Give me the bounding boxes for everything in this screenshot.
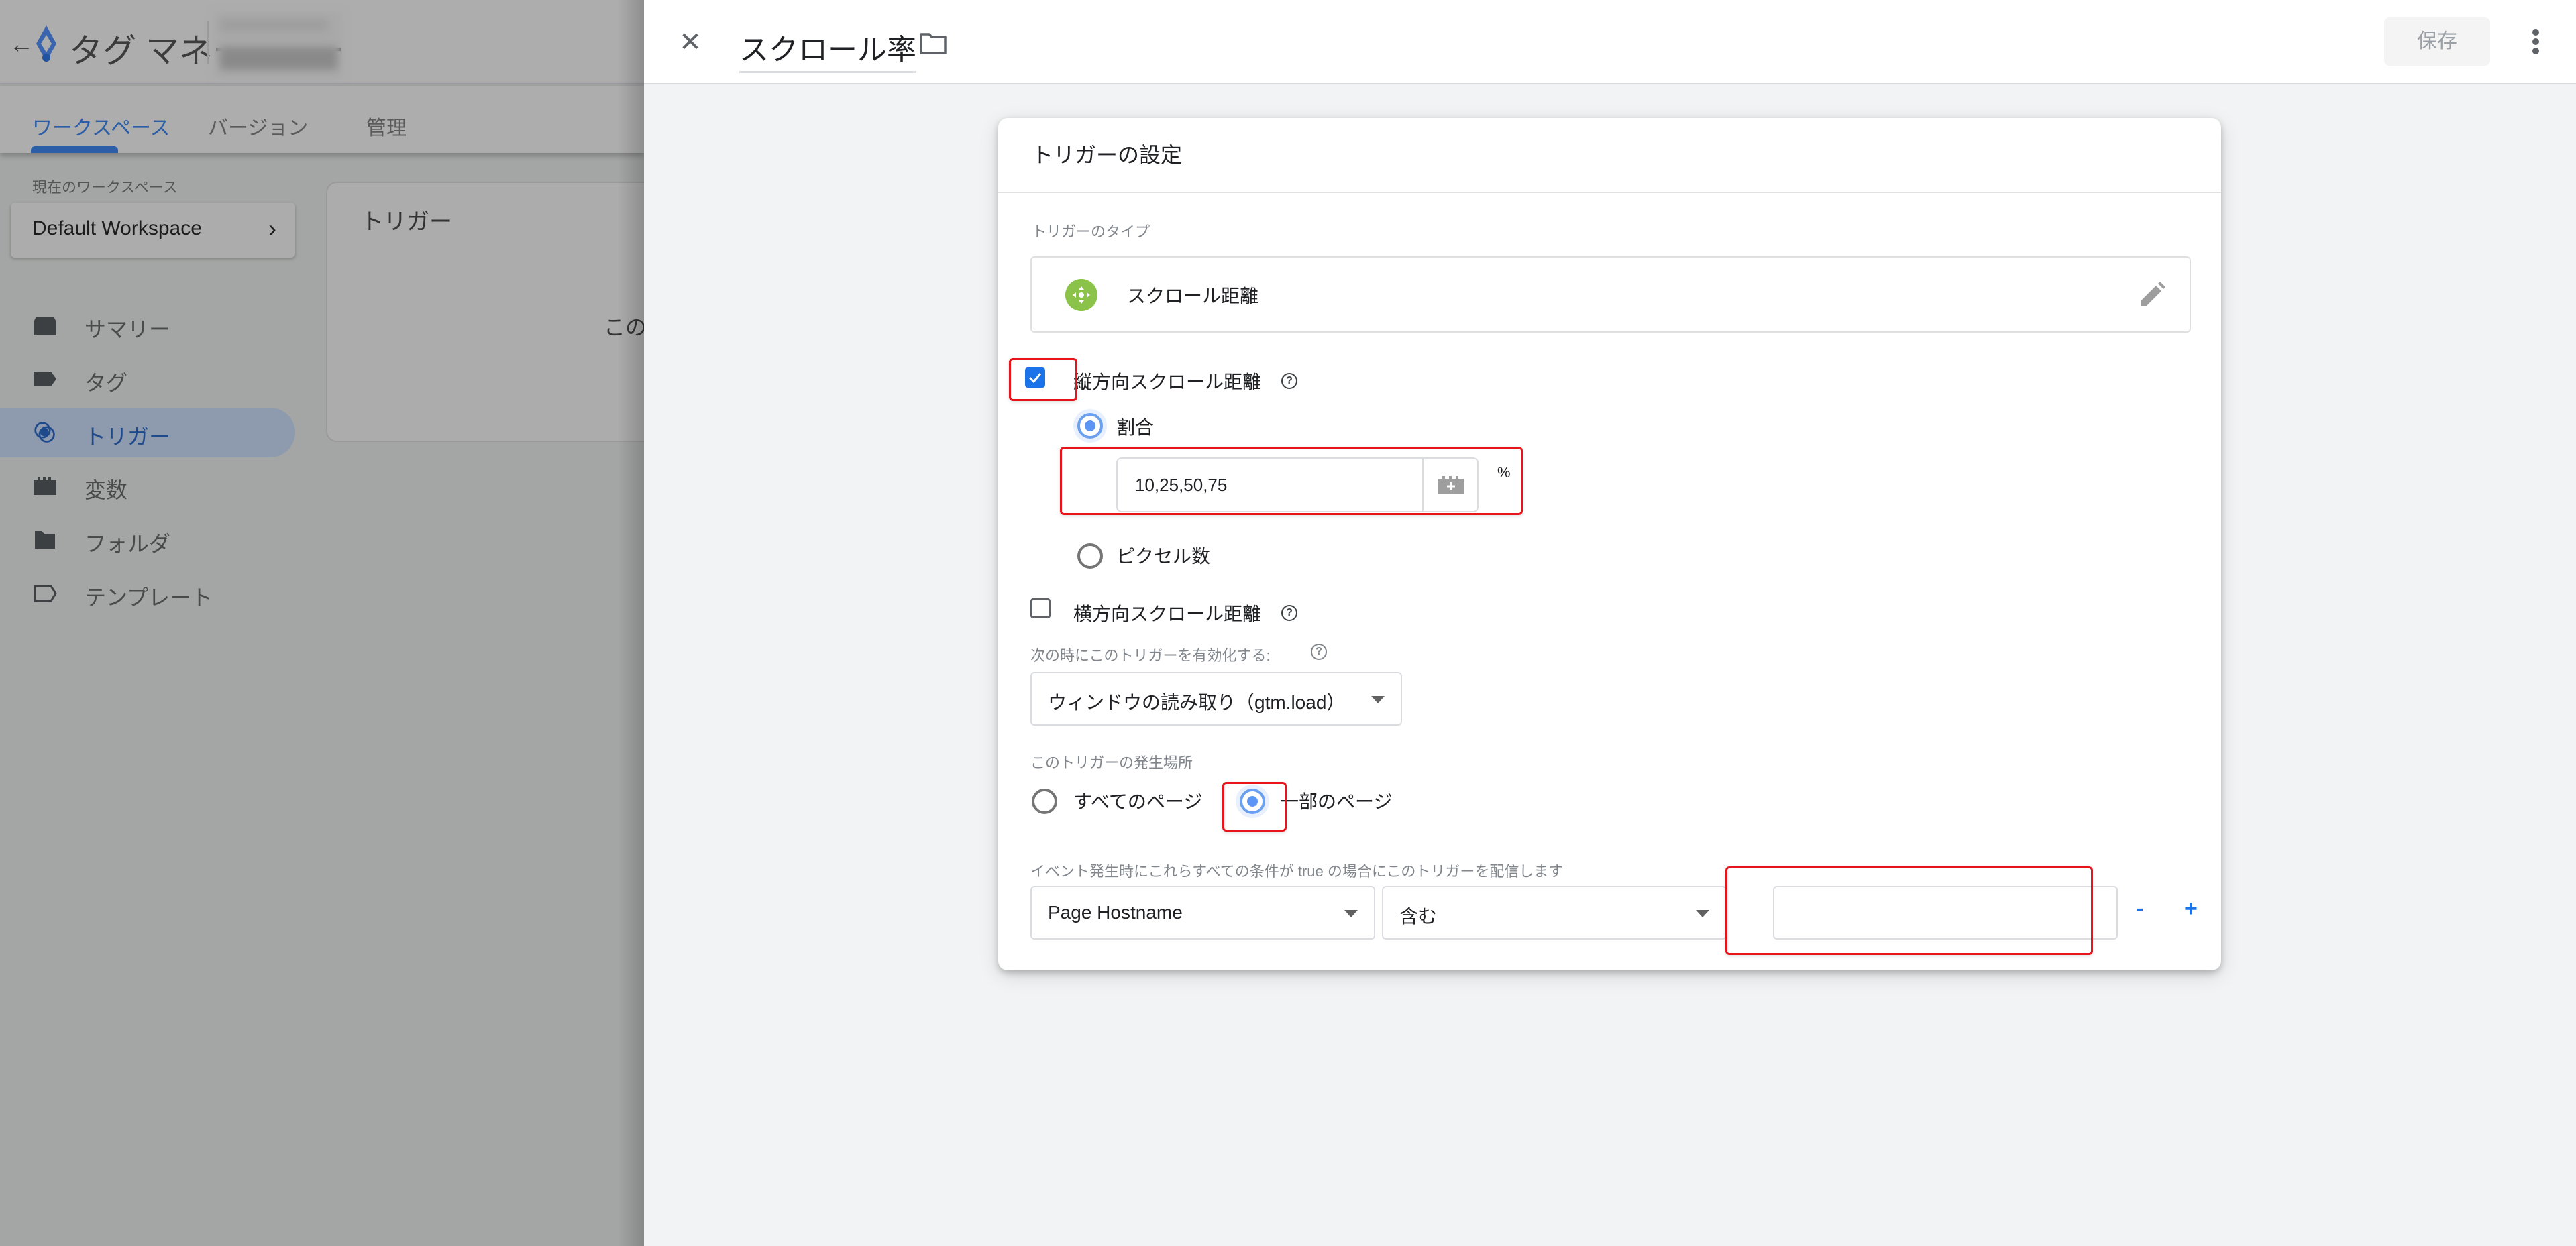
checkmark-icon bbox=[1028, 373, 1042, 384]
enable-when-select[interactable]: ウィンドウの読み取り（gtm.load） bbox=[1030, 672, 1402, 726]
workspace-name: Default Workspace bbox=[32, 217, 202, 239]
radio-pixels[interactable] bbox=[1077, 543, 1103, 569]
help-icon[interactable]: ? bbox=[1281, 373, 1297, 389]
radio-some-pages[interactable] bbox=[1240, 789, 1265, 814]
condition-value-field[interactable] bbox=[1774, 887, 2116, 938]
trigger-type-selector[interactable]: スクロール距離 bbox=[1030, 256, 2191, 333]
dropdown-arrow-icon bbox=[1344, 910, 1358, 917]
header-divider bbox=[207, 21, 209, 64]
radio-some-pages-label: 一部のページ bbox=[1280, 791, 1393, 812]
sidebar-item-triggers[interactable]: トリガー bbox=[0, 408, 295, 457]
vertical-scroll-label: 縦方向スクロール距離 bbox=[1073, 372, 1262, 392]
dropdown-arrow-icon bbox=[1696, 910, 1709, 917]
sidebar-item-variables[interactable]: 変数 bbox=[0, 461, 295, 511]
condition-operator-select[interactable]: 含む bbox=[1382, 886, 1727, 940]
radio-percentage-label: 割合 bbox=[1116, 417, 1155, 438]
main-tabs: ワークスペース バージョン 管理 bbox=[0, 86, 644, 153]
active-tab-indicator bbox=[31, 146, 118, 153]
chevron-right-icon: › bbox=[268, 215, 276, 242]
condition-variable-select[interactable]: Page Hostname bbox=[1030, 886, 1375, 940]
triggers-list-card: トリガー この bbox=[326, 182, 661, 442]
close-icon[interactable]: ✕ bbox=[674, 25, 707, 59]
dropdown-arrow-icon bbox=[1371, 696, 1385, 703]
radio-percentage[interactable] bbox=[1077, 413, 1103, 439]
scroll-depth-icon bbox=[1065, 279, 1097, 311]
percent-unit: % bbox=[1497, 464, 1511, 481]
template-icon bbox=[34, 585, 57, 602]
sidebar-item-summary[interactable]: サマリー bbox=[0, 300, 295, 350]
tag-icon bbox=[34, 372, 56, 386]
tab-workspace[interactable]: ワークスペース bbox=[32, 111, 170, 141]
sidebar-item-label: テンプレート bbox=[85, 585, 213, 610]
trigger-icon bbox=[34, 422, 55, 443]
enable-when-value: ウィンドウの読み取り（gtm.load） bbox=[1048, 692, 1346, 713]
card-divider bbox=[998, 192, 2221, 193]
help-icon[interactable]: ? bbox=[1311, 644, 1327, 660]
sidebar-item-label: 変数 bbox=[85, 478, 128, 502]
save-button[interactable]: 保存 bbox=[2384, 17, 2490, 66]
gtm-logo-icon bbox=[36, 25, 56, 62]
panel-shadow bbox=[617, 0, 644, 1246]
variable-icon bbox=[34, 477, 56, 495]
fire-on-label: このトリガーの発生場所 bbox=[1030, 754, 1193, 771]
workspace-label: 現在のワークスペース bbox=[32, 179, 178, 196]
folder-icon[interactable] bbox=[919, 32, 947, 55]
sidebar-item-label: サマリー bbox=[85, 317, 171, 341]
sidebar-item-label: フォルダ bbox=[85, 532, 171, 556]
sidebar-item-label: トリガー bbox=[85, 424, 171, 449]
condition-label: イベント発生時にこれらすべての条件が true の場合にこのトリガーを配信します bbox=[1030, 863, 1564, 880]
more-vert-icon[interactable] bbox=[2522, 27, 2549, 58]
tab-versions[interactable]: バージョン bbox=[208, 111, 308, 141]
background-app: ← タグ マネージャー ワークスペース バージョン 管理 現在のワークスペース … bbox=[0, 0, 661, 1246]
arrow-left-icon[interactable]: ← bbox=[9, 31, 34, 58]
variable-add-icon bbox=[1438, 476, 1464, 494]
trigger-name[interactable]: スクロール率 bbox=[739, 25, 916, 73]
account-name-blurred[interactable] bbox=[215, 12, 342, 79]
help-icon[interactable]: ? bbox=[1281, 605, 1297, 621]
percentage-input[interactable] bbox=[1116, 457, 1479, 512]
panel-header: ✕ スクロール率 保存 bbox=[644, 0, 2576, 84]
workspace-selector[interactable]: Default Workspace › bbox=[11, 203, 295, 258]
sidebar-item-templates[interactable]: テンプレート bbox=[0, 569, 295, 618]
remove-condition-button[interactable]: - bbox=[2136, 896, 2143, 922]
condition-variable-value: Page Hostname bbox=[1048, 902, 1183, 923]
triggers-card-title: トリガー bbox=[361, 209, 452, 235]
insert-variable-button[interactable] bbox=[1422, 459, 1477, 511]
percentage-value-field[interactable] bbox=[1118, 459, 1424, 511]
radio-pixels-label: ピクセル数 bbox=[1116, 546, 1211, 567]
card-title: トリガーの設定 bbox=[1032, 143, 1183, 167]
tab-admin[interactable]: 管理 bbox=[366, 111, 407, 141]
app-header: ← タグ マネージャー bbox=[0, 0, 644, 84]
pencil-icon[interactable] bbox=[2137, 280, 2167, 310]
enable-when-label: 次の時にこのトリガーを有効化する: bbox=[1030, 647, 1271, 664]
summary-icon bbox=[34, 317, 56, 335]
condition-value-input[interactable] bbox=[1773, 886, 2118, 940]
sidebar-item-tags[interactable]: タグ bbox=[0, 354, 295, 404]
trigger-type-label: トリガーのタイプ bbox=[1032, 223, 1150, 240]
horizontal-scroll-checkbox[interactable] bbox=[1030, 598, 1051, 618]
vertical-scroll-checkbox[interactable] bbox=[1025, 367, 1045, 388]
folder-icon bbox=[35, 531, 55, 549]
trigger-config-card: トリガーの設定 トリガーのタイプ スクロール距離 縦方向スクロール距離 ? 割合 bbox=[998, 118, 2221, 970]
radio-all-pages-label: すべてのページ bbox=[1073, 791, 1203, 812]
sidebar-item-folders[interactable]: フォルダ bbox=[0, 515, 295, 565]
horizontal-scroll-label: 横方向スクロール距離 bbox=[1073, 604, 1262, 624]
add-condition-button[interactable]: + bbox=[2184, 896, 2198, 922]
radio-all-pages[interactable] bbox=[1032, 789, 1057, 814]
trigger-type-name: スクロール距離 bbox=[1127, 286, 1259, 306]
condition-operator-value: 含む bbox=[1399, 906, 1438, 927]
trigger-editor-panel: ✕ スクロール率 保存 トリガーの設定 トリガーのタイプ スクロール距離 縦方向… bbox=[644, 0, 2576, 1246]
sidebar-item-label: タグ bbox=[85, 371, 128, 395]
